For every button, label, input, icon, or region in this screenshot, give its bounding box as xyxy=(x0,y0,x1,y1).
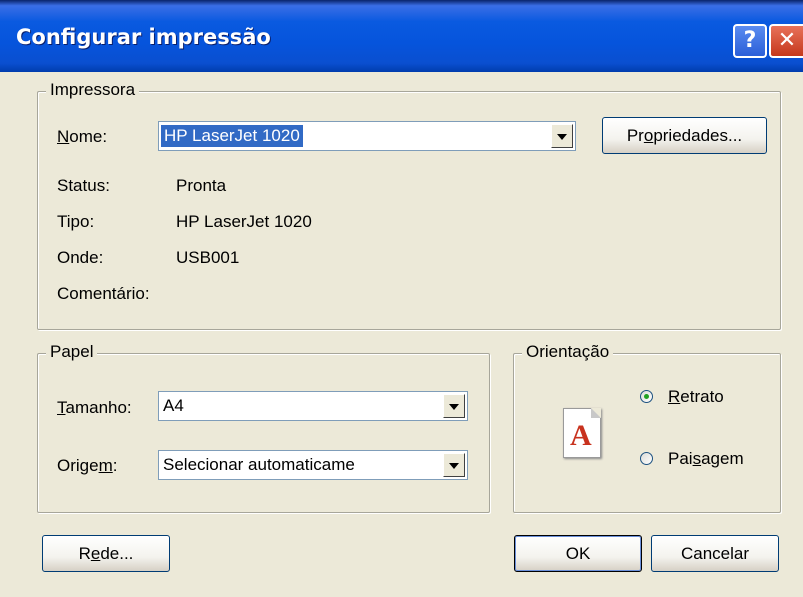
chevron-down-icon[interactable] xyxy=(551,124,573,148)
where-label: Onde: xyxy=(57,248,104,267)
comment-label: Comentário: xyxy=(57,284,150,303)
paper-source-select[interactable]: Selecionar automaticame xyxy=(158,450,468,480)
paper-group-label: Papel xyxy=(46,342,98,362)
type-label: Tipo: xyxy=(57,212,95,231)
paper-group: Papel xyxy=(37,342,490,513)
printer-name-select[interactable]: HP LaserJet 1020 xyxy=(158,121,576,151)
type-value: HP LaserJet 1020 xyxy=(176,212,312,231)
network-button[interactable]: Rede... xyxy=(42,535,170,572)
cancel-button[interactable]: Cancelar xyxy=(651,535,779,572)
landscape-radio[interactable] xyxy=(640,452,653,465)
close-icon: ✕ xyxy=(777,28,797,53)
portrait-radio[interactable] xyxy=(640,390,653,403)
where-value: USB001 xyxy=(176,248,240,267)
properties-button[interactable]: Propriedades... xyxy=(602,117,767,154)
paper-source-label: Origem: xyxy=(57,456,118,475)
help-button[interactable]: ? xyxy=(733,24,767,58)
ok-button[interactable]: OK xyxy=(514,535,642,572)
portrait-label[interactable]: Retrato xyxy=(668,387,724,407)
landscape-label[interactable]: Paisagem xyxy=(668,449,744,469)
chevron-down-icon[interactable] xyxy=(443,453,465,477)
paper-source-value: Selecionar automaticame xyxy=(163,455,355,474)
window-title: Configurar impressão xyxy=(16,25,271,49)
paper-size-label: Tamanho: xyxy=(57,398,132,417)
printer-name-label: Nome: xyxy=(57,127,108,146)
status-value: Pronta xyxy=(176,176,227,195)
page-letter-a-icon: A xyxy=(563,408,601,458)
chevron-down-icon[interactable] xyxy=(443,394,465,418)
paper-size-select[interactable]: A4 xyxy=(158,391,468,421)
printer-name-value: HP LaserJet 1020 xyxy=(161,125,303,147)
help-icon: ? xyxy=(743,28,757,53)
printer-group-label: Impressora xyxy=(46,80,140,100)
close-button[interactable]: ✕ xyxy=(769,24,803,58)
status-label: Status: xyxy=(57,176,110,195)
orientation-group: Orientação xyxy=(513,342,781,513)
title-bar[interactable]: Configurar impressão ? ✕ xyxy=(0,0,803,72)
orientation-group-label: Orientação xyxy=(522,342,614,362)
paper-size-value: A4 xyxy=(163,396,184,415)
